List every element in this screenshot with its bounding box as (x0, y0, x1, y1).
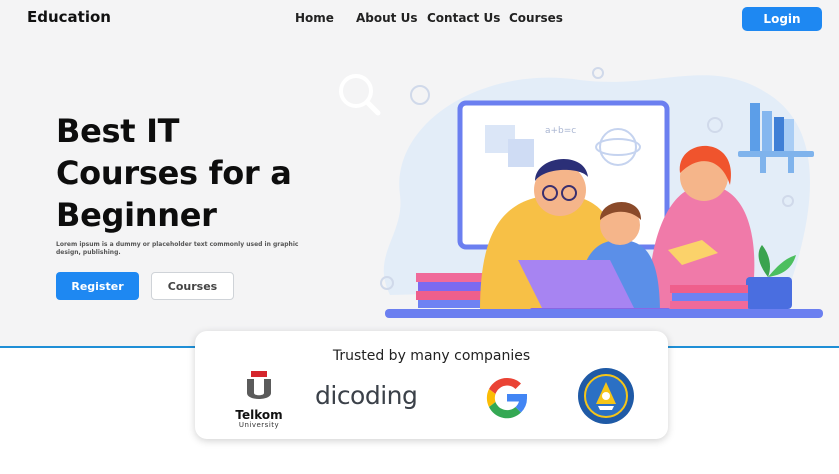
nav-about-us[interactable]: About Us (356, 11, 417, 25)
nav-courses[interactable]: Courses (509, 11, 563, 25)
register-button[interactable]: Register (56, 272, 139, 300)
login-button[interactable]: Login (742, 7, 822, 31)
nav-contact-us[interactable]: Contact Us (427, 11, 500, 25)
dicoding-logo: dicoding (315, 381, 418, 410)
headline-line-2: Courses for a (56, 154, 292, 192)
telkom-university-logo: Telkom University (231, 369, 287, 431)
google-logo (486, 377, 528, 419)
telkom-text: Telkom (235, 408, 283, 422)
headline-line-3: Beginner (56, 196, 217, 234)
courses-button[interactable]: Courses (151, 272, 234, 300)
family-learning-illustration: a+b=c (339, 67, 823, 318)
telkom-emblem-icon (247, 371, 271, 399)
headline-line-1: Best IT (56, 112, 180, 150)
hero-subtext: Lorem ipsum is a dummy or placeholder te… (56, 241, 299, 256)
brand-logo-text[interactable]: Education (27, 8, 111, 26)
hero-headline: Best IT Courses for a Beginner (56, 110, 356, 236)
telkom-subtext: University (238, 421, 280, 429)
svg-text:a+b=c: a+b=c (545, 126, 576, 136)
tut-wuri-handayani-logo (578, 368, 634, 424)
trusted-companies-card: Trusted by many companies Telkom Univers… (195, 331, 668, 439)
trusted-title: Trusted by many companies (332, 348, 531, 364)
nav-home[interactable]: Home (295, 11, 334, 25)
